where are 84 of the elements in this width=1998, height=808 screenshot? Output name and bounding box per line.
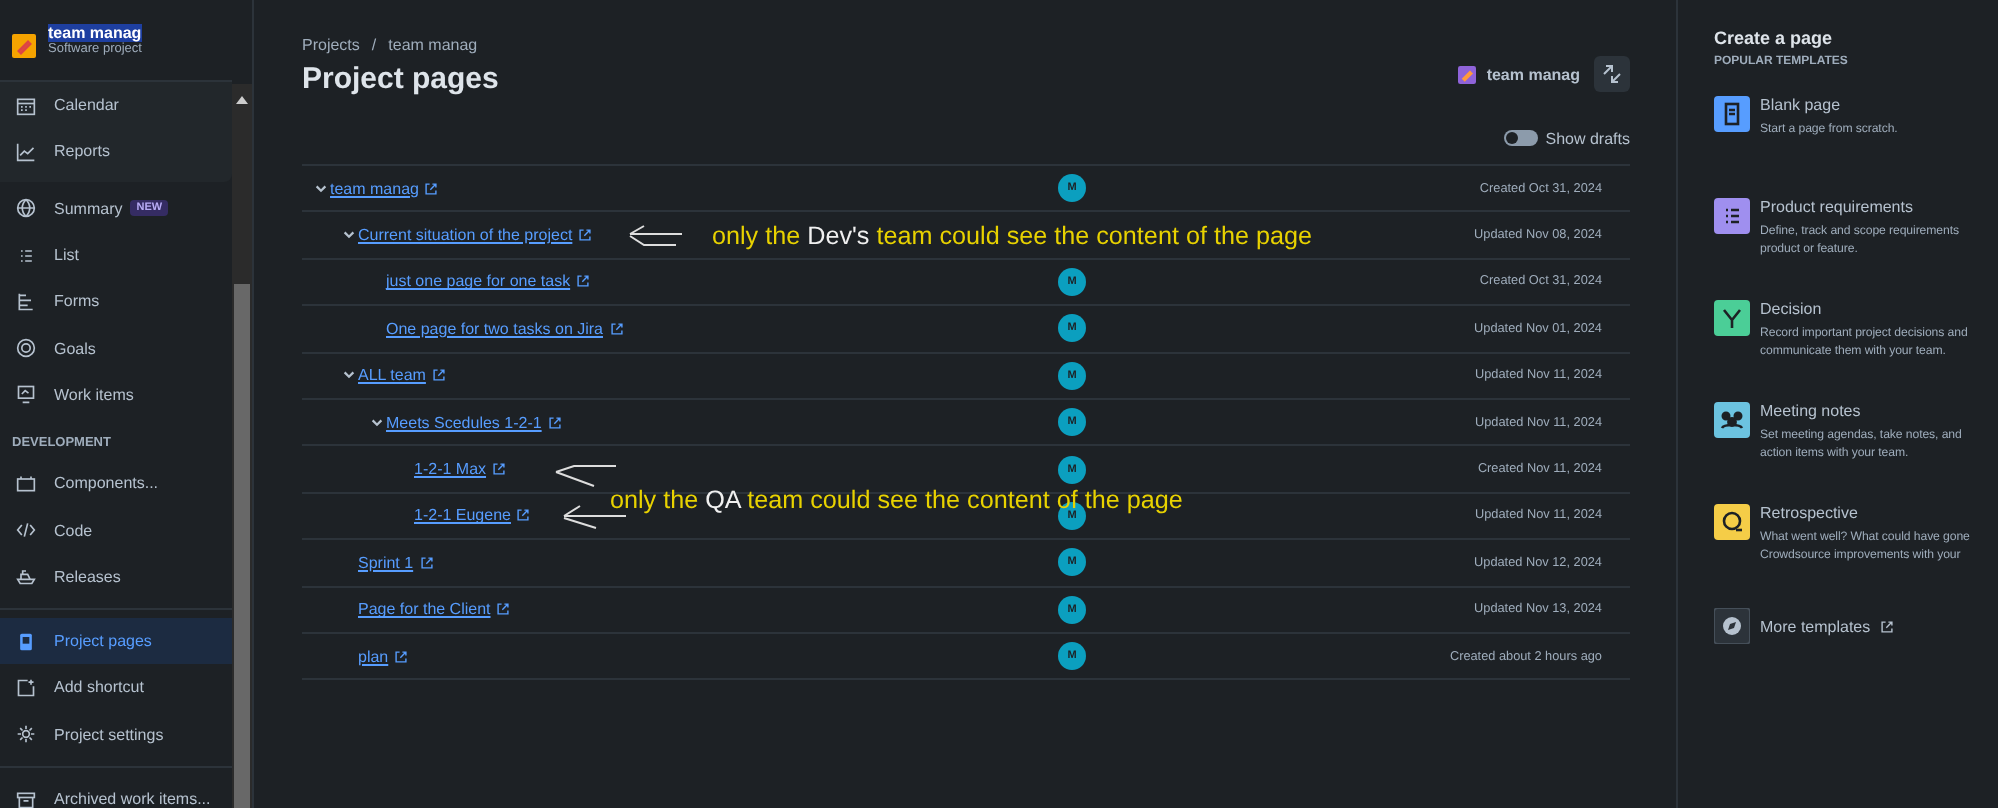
template-name[interactable]: Decision — [1760, 300, 1968, 318]
nav-item[interactable]: Components... — [0, 460, 232, 507]
list-icon[interactable] — [1714, 198, 1750, 234]
reorder-button[interactable] — [1594, 56, 1630, 92]
external-link-icon[interactable] — [578, 228, 593, 243]
panel-title: Create a page — [1714, 28, 1835, 48]
scroll-thumb[interactable] — [234, 284, 250, 808]
code-icon — [16, 520, 36, 541]
pencil-logo-icon — [1458, 65, 1477, 83]
breadcrumb-separator: / — [371, 36, 377, 54]
forms-icon — [16, 291, 36, 312]
pencil-logo-icon — [12, 34, 36, 58]
template-name[interactable]: Blank page — [1760, 96, 1898, 114]
toggle-label: Show drafts — [1545, 129, 1630, 147]
globe-icon — [16, 198, 36, 219]
box-icon — [16, 473, 36, 494]
loop-icon[interactable] — [1714, 504, 1750, 540]
external-link-icon[interactable] — [492, 462, 507, 477]
page-link[interactable]: plan — [358, 647, 389, 666]
fork-icon[interactable] — [1714, 300, 1750, 336]
chevron-icon[interactable] — [314, 181, 328, 196]
compass-icon[interactable] — [1714, 608, 1750, 644]
page-title: Project pages — [302, 62, 499, 98]
page-link[interactable]: Meets Scedules 1-2-1 — [386, 413, 542, 432]
arrow-drawing — [624, 224, 684, 248]
nav-item[interactable]: Project settings — [0, 711, 232, 758]
nav-item[interactable]: Work items — [0, 371, 232, 419]
drafts-toggle[interactable] — [1503, 130, 1538, 146]
calendar-icon — [16, 95, 36, 116]
external-link-icon[interactable] — [424, 181, 439, 196]
external-link-icon[interactable] — [1880, 619, 1895, 633]
external-link-icon[interactable] — [394, 649, 409, 664]
chevron-icon[interactable] — [342, 228, 356, 243]
scrollbar[interactable] — [232, 84, 252, 808]
people-icon[interactable] — [1714, 402, 1750, 438]
page-link[interactable]: One page for two tasks on Jira — [386, 319, 603, 338]
space-chip[interactable]: team manag — [1458, 65, 1580, 83]
target-icon — [16, 338, 36, 359]
page-link[interactable]: Current situation of the project — [358, 226, 573, 245]
annotation-text: only the Dev's team could see the content of the page — [712, 222, 1312, 250]
nav-item[interactable]: Code — [0, 506, 232, 554]
nav-item[interactable]: Add shortcut — [0, 664, 232, 712]
chevron-icon[interactable] — [342, 368, 356, 383]
external-link-icon[interactable] — [576, 274, 591, 289]
nav-item[interactable]: Reports — [0, 128, 232, 176]
project-name[interactable]: team manag — [48, 24, 142, 42]
scroll-up-arrow-icon[interactable] — [236, 96, 248, 104]
template-name[interactable]: Retrospective — [1760, 504, 1970, 522]
archive-icon — [16, 789, 36, 808]
page-link[interactable]: team manag — [330, 179, 419, 198]
page-link[interactable]: 1-2-1 Eugene — [414, 506, 511, 525]
external-link-icon[interactable] — [547, 415, 562, 430]
document-icon[interactable] — [1714, 96, 1750, 132]
nav-item[interactable]: Releases — [0, 553, 232, 600]
monitor-icon — [16, 384, 36, 405]
chart-icon — [16, 141, 36, 162]
breadcrumb-link[interactable]: Projects — [302, 36, 360, 54]
more-templates-link[interactable]: More templates — [1760, 617, 1871, 635]
nav-item[interactable]: Calendar — [0, 82, 232, 129]
external-link-icon[interactable] — [431, 368, 446, 383]
nav-item[interactable]: Goals — [0, 324, 232, 372]
add-icon — [16, 677, 36, 698]
page-link[interactable]: 1-2-1 Max — [414, 460, 487, 479]
external-link-icon[interactable] — [516, 508, 531, 523]
ship-icon — [16, 566, 36, 587]
nav-item[interactable]: List — [0, 231, 232, 279]
arrows-icon — [1600, 62, 1624, 86]
external-link-icon[interactable] — [496, 602, 511, 617]
chevron-icon[interactable] — [370, 415, 384, 430]
list-icon — [16, 245, 36, 266]
page-link[interactable]: ALL team — [358, 366, 426, 385]
template-name[interactable]: Meeting notes — [1760, 402, 1962, 420]
external-link-icon[interactable] — [419, 555, 434, 570]
external-link-icon[interactable] — [609, 321, 623, 336]
page-link[interactable]: Page for the Client — [358, 600, 491, 619]
page-link[interactable]: Sprint 1 — [358, 553, 414, 572]
nav-item[interactable]: Forms — [0, 278, 232, 325]
template-name[interactable]: Product requirements — [1760, 198, 1959, 216]
gear-icon — [16, 724, 36, 745]
breadcrumb-link[interactable]: team manag — [388, 36, 478, 54]
nav-item[interactable]: Archived work items... — [0, 775, 232, 808]
page-link[interactable]: just one page for one task — [386, 272, 571, 291]
nav-item[interactable]: Project pages — [0, 617, 232, 665]
pages-icon — [16, 631, 36, 652]
